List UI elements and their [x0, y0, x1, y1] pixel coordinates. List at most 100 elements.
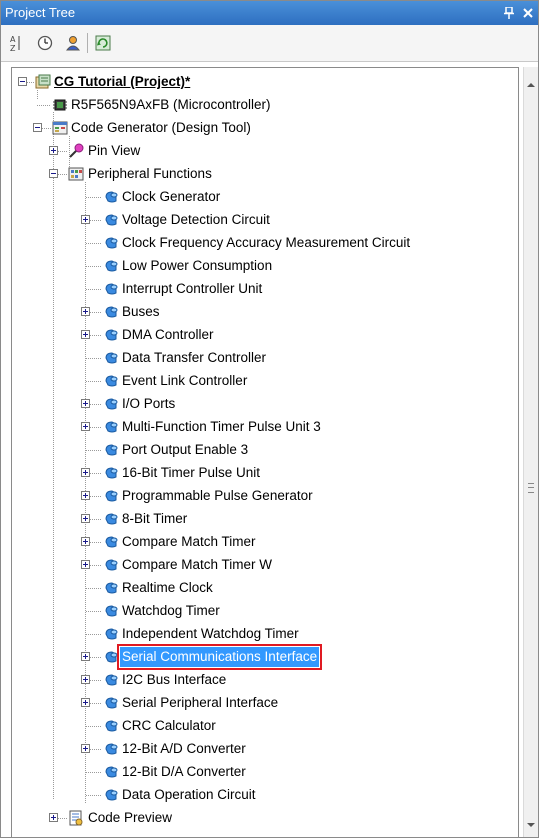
peripheral-module-icon: [105, 467, 118, 479]
peripheral-module-icon: [105, 536, 118, 548]
peripheral-module-icon: [105, 490, 118, 502]
scroll-up-icon[interactable]: [527, 83, 535, 87]
expand-icon[interactable]: [81, 468, 90, 477]
tree-node-peripheral[interactable]: Voltage Detection Circuit: [12, 210, 512, 230]
tree-node-peripheral[interactable]: Serial Peripheral Interface: [12, 693, 512, 713]
tree-node-microcontroller[interactable]: R5F565N9AxFB (Microcontroller): [12, 95, 512, 115]
tree-node-pin-view[interactable]: Pin View: [12, 141, 512, 161]
tree-node-project[interactable]: CG Tutorial (Project)*: [12, 72, 512, 92]
clock-icon[interactable]: [35, 33, 55, 53]
code-generator-label: Code Generator (Design Tool): [71, 120, 251, 135]
tree-node-peripheral[interactable]: Port Output Enable 3: [12, 440, 512, 460]
peripheral-label: Buses: [122, 304, 160, 319]
collapse-icon[interactable]: [49, 169, 58, 178]
project-tree-panel: Project Tree AZ CG Tutorial (Project)* R…: [0, 0, 539, 838]
tree-node-peripheral[interactable]: Compare Match Timer: [12, 532, 512, 552]
close-icon[interactable]: [523, 1, 533, 26]
peripheral-module-icon: [105, 352, 118, 364]
expand-icon[interactable]: [81, 698, 90, 707]
tree-view[interactable]: CG Tutorial (Project)* R5F565N9AxFB (Mic…: [11, 67, 519, 837]
expand-icon[interactable]: [81, 491, 90, 500]
collapse-icon[interactable]: [18, 77, 27, 86]
expand-icon[interactable]: [81, 560, 90, 569]
peripheral-label: Compare Match Timer: [122, 534, 256, 549]
expand-icon[interactable]: [81, 330, 90, 339]
tree-node-code-generator[interactable]: Code Generator (Design Tool): [12, 118, 512, 138]
tree-node-peripheral[interactable]: Clock Frequency Accuracy Measurement Cir…: [12, 233, 512, 253]
expand-icon[interactable]: [49, 813, 58, 822]
tree-node-peripheral[interactable]: CRC Calculator: [12, 716, 512, 736]
vertical-scrollbar[interactable]: [523, 67, 538, 837]
tree-node-peripheral[interactable]: Clock Generator: [12, 187, 512, 207]
peripheral-label: Low Power Consumption: [122, 258, 273, 273]
scroll-grip-icon[interactable]: [528, 483, 534, 493]
scroll-down-icon[interactable]: [527, 823, 535, 827]
expand-icon[interactable]: [81, 307, 90, 316]
peripheral-module-icon: [105, 306, 118, 318]
peripheral-label: Independent Watchdog Timer: [122, 626, 299, 641]
peripheral-label: Watchdog Timer: [122, 603, 220, 618]
peripheral-module-icon: [105, 697, 118, 709]
tree-node-peripheral[interactable]: Multi-Function Timer Pulse Unit 3: [12, 417, 512, 437]
peripheral-label: Realtime Clock: [122, 580, 213, 595]
tree-node-peripheral[interactable]: Interrupt Controller Unit: [12, 279, 512, 299]
tree-node-peripheral[interactable]: Low Power Consumption: [12, 256, 512, 276]
tree-node-peripheral[interactable]: Realtime Clock: [12, 578, 512, 598]
code-generator-icon: [52, 121, 68, 135]
user-icon[interactable]: [63, 33, 83, 53]
peripheral-label: 12-Bit D/A Converter: [122, 764, 246, 779]
project-icon: [35, 74, 51, 89]
peripheral-module-icon: [105, 651, 118, 663]
tree-node-peripheral[interactable]: Serial Communications Interface: [12, 644, 512, 670]
tree-node-peripheral[interactable]: DMA Controller: [12, 325, 512, 345]
peripheral-module-icon: [105, 329, 118, 341]
chip-icon: [53, 99, 67, 111]
expand-icon[interactable]: [81, 514, 90, 523]
expand-icon[interactable]: [81, 744, 90, 753]
peripheral-module-icon: [105, 237, 118, 249]
expand-icon[interactable]: [81, 215, 90, 224]
peripheral-functions-label: Peripheral Functions: [88, 166, 212, 181]
peripheral-module-icon: [105, 283, 118, 295]
tree-node-peripheral[interactable]: Compare Match Timer W: [12, 555, 512, 575]
tree-node-peripheral-functions[interactable]: Peripheral Functions: [12, 164, 512, 184]
tree-node-peripheral[interactable]: 16-Bit Timer Pulse Unit: [12, 463, 512, 483]
expand-icon[interactable]: [81, 652, 90, 661]
tree-node-peripheral[interactable]: Event Link Controller: [12, 371, 512, 391]
pin-icon[interactable]: [504, 1, 514, 27]
peripheral-module-icon: [105, 559, 118, 571]
tree-node-peripheral[interactable]: Data Transfer Controller: [12, 348, 512, 368]
expand-icon[interactable]: [49, 146, 58, 155]
peripheral-module-icon: [105, 674, 118, 686]
expand-icon[interactable]: [81, 399, 90, 408]
tree-node-code-preview[interactable]: Code Preview: [12, 808, 512, 828]
expand-icon[interactable]: [81, 537, 90, 546]
peripheral-label: Port Output Enable 3: [122, 442, 249, 457]
peripheral-label: Clock Generator: [122, 189, 221, 204]
pin-view-label: Pin View: [88, 143, 141, 158]
peripheral-label: 8-Bit Timer: [122, 511, 188, 526]
peripheral-module-icon: [105, 375, 118, 387]
tree-node-peripheral[interactable]: Watchdog Timer: [12, 601, 512, 621]
refresh-icon[interactable]: [93, 33, 113, 53]
expand-icon[interactable]: [81, 675, 90, 684]
peripheral-label: Multi-Function Timer Pulse Unit 3: [122, 419, 321, 434]
collapse-icon[interactable]: [33, 123, 42, 132]
tree-node-peripheral[interactable]: Buses: [12, 302, 512, 322]
peripheral-label: CRC Calculator: [122, 718, 216, 733]
sort-icon[interactable]: AZ: [5, 33, 25, 53]
expand-icon[interactable]: [81, 422, 90, 431]
tree-node-peripheral[interactable]: I/O Ports: [12, 394, 512, 414]
peripheral-label: Data Transfer Controller: [122, 350, 267, 365]
tree-node-peripheral[interactable]: Data Operation Circuit: [12, 785, 512, 805]
tree-node-peripheral[interactable]: 12-Bit D/A Converter: [12, 762, 512, 782]
peripheral-label: Compare Match Timer W: [122, 557, 273, 572]
tree-node-peripheral[interactable]: I2C Bus Interface: [12, 670, 512, 690]
tree-node-peripheral[interactable]: Independent Watchdog Timer: [12, 624, 512, 644]
tree-node-peripheral[interactable]: 8-Bit Timer: [12, 509, 512, 529]
tree-node-peripheral[interactable]: Programmable Pulse Generator: [12, 486, 512, 506]
project-label: CG Tutorial (Project)*: [54, 74, 191, 89]
peripheral-label: 12-Bit A/D Converter: [122, 741, 246, 756]
tree-node-peripheral[interactable]: 12-Bit A/D Converter: [12, 739, 512, 759]
code-preview-icon: [69, 810, 83, 826]
